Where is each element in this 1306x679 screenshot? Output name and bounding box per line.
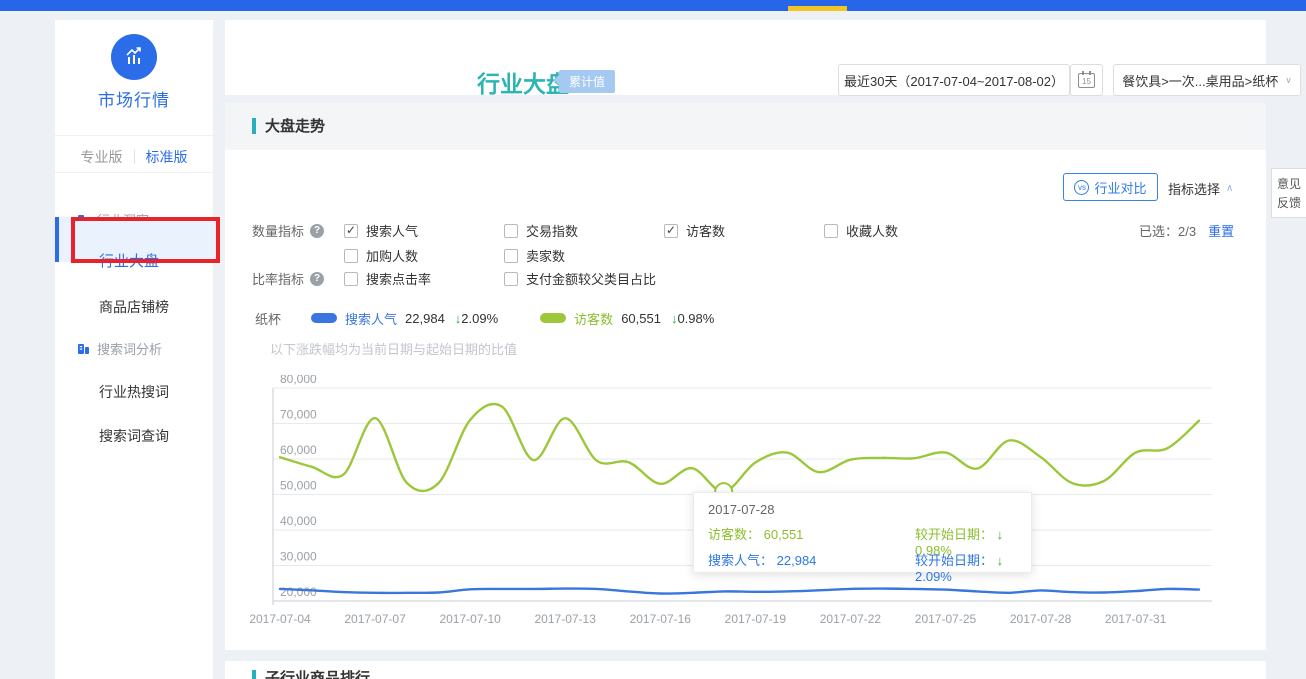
checkbox[interactable] xyxy=(344,249,358,263)
svg-text:2017-07-22: 2017-07-22 xyxy=(820,612,882,626)
checkbox-payment-share[interactable]: 支付金额较父类目占比 xyxy=(504,269,656,288)
next-section-strip: 子行业商品排行 xyxy=(225,661,1266,679)
legend-change: 2.09% xyxy=(461,311,498,326)
section-strip xyxy=(225,103,1266,150)
ratio-metrics-label: 比率指标 ? xyxy=(252,269,324,288)
svg-text:30,000: 30,000 xyxy=(280,550,317,564)
svg-text:2017-07-10: 2017-07-10 xyxy=(439,612,501,626)
section-tick-bar xyxy=(252,670,256,679)
legend-name[interactable]: 访客数 xyxy=(574,309,613,328)
metric-select-toggle[interactable]: 指标选择 ∧ xyxy=(1168,179,1233,198)
active-item-bar xyxy=(55,217,59,262)
version-switcher: 专业版 标准版 xyxy=(55,142,213,172)
checkbox-favorites[interactable]: 收藏人数 xyxy=(824,221,898,240)
sidebar-group-label: 搜索词分析 xyxy=(97,339,162,358)
vs-icon: vs xyxy=(1074,180,1089,195)
reset-link[interactable]: 重置 xyxy=(1208,221,1234,240)
date-range-value: 最近30天（2017-07-04~2017-08-02） xyxy=(844,71,1064,90)
svg-text:2017-07-16: 2017-07-16 xyxy=(630,612,692,626)
checkbox-sellers[interactable]: 卖家数 xyxy=(504,246,565,265)
checkbox-search-popularity[interactable]: 搜索人气 xyxy=(344,221,418,240)
checkbox[interactable] xyxy=(504,272,518,286)
top-nav-bar xyxy=(0,0,1306,11)
sidebar-group-search-term-analysis[interactable]: 搜索词分析 xyxy=(77,338,162,358)
svg-text:50,000: 50,000 xyxy=(280,479,317,493)
market-chart-logo-icon xyxy=(111,34,157,80)
tooltip-date: 2017-07-28 xyxy=(708,502,1017,517)
checkbox[interactable] xyxy=(664,224,678,238)
svg-text:20,000: 20,000 xyxy=(280,585,317,599)
calendar-icon: 15 xyxy=(1078,73,1095,88)
industry-compare-button[interactable]: vs 行业对比 xyxy=(1063,173,1158,201)
sidebar-item-search-word-query[interactable]: 搜索词查询 xyxy=(99,426,169,446)
checkbox-cart-adds[interactable]: 加购人数 xyxy=(344,246,418,265)
chart-tooltip: 2017-07-28 访客数： 60,551 较开始日期： ↓ 0.98% 搜索… xyxy=(693,492,1032,573)
svg-text:2017-07-04: 2017-07-04 xyxy=(250,612,311,626)
divider xyxy=(55,135,213,136)
svg-text:2017-07-19: 2017-07-19 xyxy=(725,612,787,626)
chart-note: 以下涨跌幅均为当前日期与起始日期的比值 xyxy=(270,339,517,358)
legend-value: 60,551 xyxy=(621,311,661,326)
section-title-trend: 大盘走势 xyxy=(252,115,325,136)
calendar-button[interactable]: 15 xyxy=(1070,64,1103,96)
divider xyxy=(55,172,213,173)
checkbox-visitors[interactable]: 访客数 xyxy=(664,221,725,240)
legend-change: 0.98% xyxy=(677,311,714,326)
building-icon xyxy=(77,342,90,355)
divider xyxy=(134,150,135,164)
svg-text:2017-07-31: 2017-07-31 xyxy=(1105,612,1167,626)
section-tick-bar xyxy=(252,118,256,134)
checkbox[interactable] xyxy=(344,272,358,286)
checkbox[interactable] xyxy=(504,224,518,238)
down-arrow-icon: ↓ xyxy=(997,553,1004,568)
svg-text:2017-07-13: 2017-07-13 xyxy=(535,612,597,626)
checkbox[interactable] xyxy=(504,249,518,263)
svg-text:2017-07-28: 2017-07-28 xyxy=(1010,612,1072,626)
help-icon[interactable]: ? xyxy=(310,272,324,286)
svg-text:2017-07-07: 2017-07-07 xyxy=(344,612,406,626)
chevron-down-icon: ∨ xyxy=(1285,75,1292,86)
svg-text:40,000: 40,000 xyxy=(280,514,317,528)
svg-text:60,000: 60,000 xyxy=(280,443,317,457)
section-title-text: 大盘走势 xyxy=(265,115,325,136)
active-tab-indicator xyxy=(788,6,847,11)
category-dropdown[interactable]: 餐饮具>一次...桌用品>纸杯 ∨ xyxy=(1113,64,1301,96)
tab-standard-version[interactable]: 标准版 xyxy=(146,147,188,167)
down-arrow-icon: ↓ xyxy=(997,527,1004,542)
next-section-title: 子行业商品排行 xyxy=(252,667,370,679)
category-value: 餐饮具>一次...桌用品>纸杯 xyxy=(1122,71,1278,90)
chart-legend: 纸杯 搜索人气 22,984 ↓ 2.09% 访客数 60,551 ↓ 0.98… xyxy=(255,309,756,327)
date-range-selector[interactable]: 最近30天（2017-07-04~2017-08-02） xyxy=(838,64,1070,96)
svg-text:80,000: 80,000 xyxy=(280,375,317,386)
legend-pill-visitors[interactable] xyxy=(540,313,566,323)
sidebar: 市场行情 专业版 标准版 行业洞察 行业大盘 商品店铺榜 搜索词分析 行业热搜词… xyxy=(55,20,213,679)
checkbox[interactable] xyxy=(344,224,358,238)
svg-text:2017-07-25: 2017-07-25 xyxy=(915,612,977,626)
legend-value: 22,984 xyxy=(405,311,445,326)
chevron-up-icon: ∧ xyxy=(1226,183,1233,194)
quantity-metrics-label: 数量指标 ? xyxy=(252,221,324,240)
sidebar-item-hot-search-words[interactable]: 行业热搜词 xyxy=(99,382,169,402)
cumulative-value-badge: 累计值 xyxy=(559,70,615,93)
metric-select-label: 指标选择 xyxy=(1168,179,1220,198)
annotation-highlight-box xyxy=(71,217,220,263)
legend-pill-search-popularity[interactable] xyxy=(311,313,337,323)
feedback-tab[interactable]: 意见 反馈 xyxy=(1271,168,1306,218)
sidebar-item-product-shop-rank[interactable]: 商品店铺榜 xyxy=(99,297,169,317)
svg-text:70,000: 70,000 xyxy=(280,408,317,422)
checkbox-search-ctr[interactable]: 搜索点击率 xyxy=(344,269,431,288)
tooltip-row-visitors: 访客数： 60,551 较开始日期： ↓ 0.98% xyxy=(708,524,1017,543)
legend-category: 纸杯 xyxy=(255,309,281,328)
help-icon[interactable]: ? xyxy=(310,224,324,238)
checkbox-transaction-index[interactable]: 交易指数 xyxy=(504,221,578,240)
selected-count: 已选：2/3 重置 xyxy=(1139,221,1234,240)
market-analytics-page: 市场行情 专业版 标准版 行业洞察 行业大盘 商品店铺榜 搜索词分析 行业热搜词… xyxy=(0,0,1306,679)
checkbox[interactable] xyxy=(824,224,838,238)
tab-pro-version[interactable]: 专业版 xyxy=(81,147,123,167)
sidebar-app-title: 市场行情 xyxy=(55,86,213,111)
page-header: 行业大盘 累计值 最近30天（2017-07-04~2017-08-02） 15… xyxy=(225,20,1266,95)
legend-name[interactable]: 搜索人气 xyxy=(345,309,397,328)
tooltip-row-search-popularity: 搜索人气： 22,984 较开始日期： ↓ 2.09% xyxy=(708,550,1017,569)
compare-button-label: 行业对比 xyxy=(1094,178,1146,197)
